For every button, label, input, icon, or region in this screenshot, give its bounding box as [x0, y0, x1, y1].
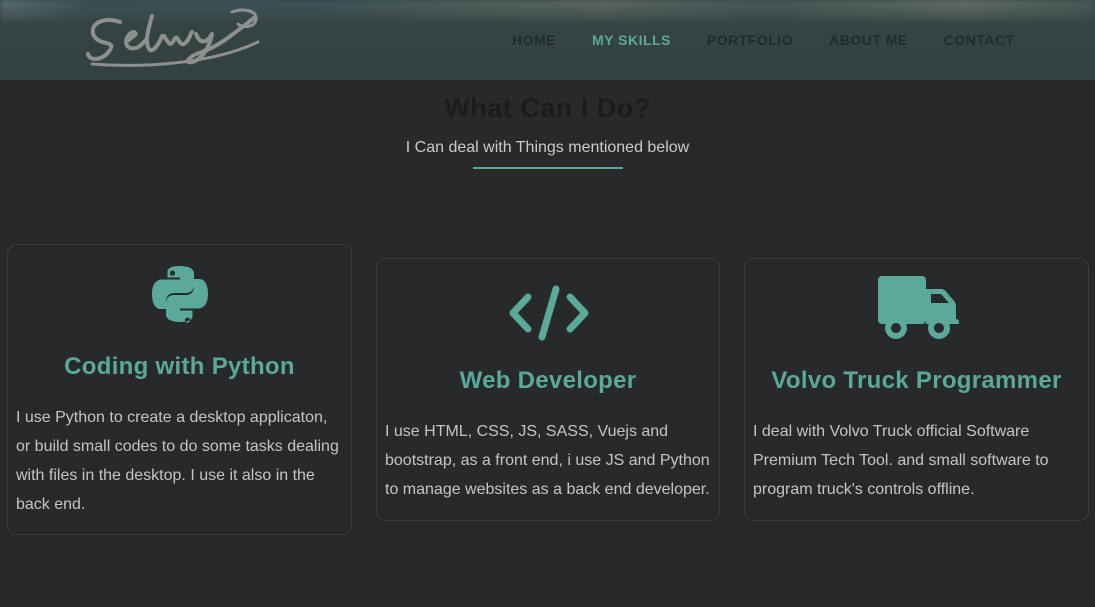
card-title: Volvo Truck Programmer: [771, 367, 1062, 394]
python-icon: [152, 266, 208, 323]
nav-about-me[interactable]: ABOUT ME: [811, 31, 926, 49]
card-description: I deal with Volvo Truck official Softwar…: [753, 423, 1049, 498]
card-description: I use HTML, CSS, JS, SASS, Vuejs and boo…: [385, 423, 710, 498]
card-description: I use Python to create a desktop applica…: [16, 409, 339, 513]
section-subtitle: I Can deal with Things mentioned below: [405, 139, 690, 156]
skill-card-web: Web Developer I use HTML, CSS, JS, SASS,…: [376, 258, 720, 521]
nav-portfolio[interactable]: PORTFOLIO: [689, 31, 811, 49]
card-title: Coding with Python: [64, 353, 295, 380]
main-nav: HOME MY SKILLS PORTFOLIO ABOUT ME CONTAC…: [494, 31, 1033, 49]
site-header: HOME MY SKILLS PORTFOLIO ABOUT ME CONTAC…: [0, 0, 1095, 80]
nav-contact[interactable]: CONTACT: [926, 31, 1033, 49]
signature-logo[interactable]: [82, 6, 264, 72]
code-icon: [509, 285, 589, 341]
title-underline: [473, 167, 623, 169]
skill-card-python: Coding with Python I use Python to creat…: [7, 244, 352, 535]
card-title: Web Developer: [459, 367, 637, 394]
nav-home[interactable]: HOME: [494, 31, 574, 49]
section-title: What Can I Do?: [444, 93, 651, 123]
truck-icon: [878, 276, 959, 339]
skill-card-volvo: Volvo Truck Programmer I deal with Volvo…: [744, 258, 1089, 521]
nav-my-skills[interactable]: MY SKILLS: [574, 31, 689, 49]
